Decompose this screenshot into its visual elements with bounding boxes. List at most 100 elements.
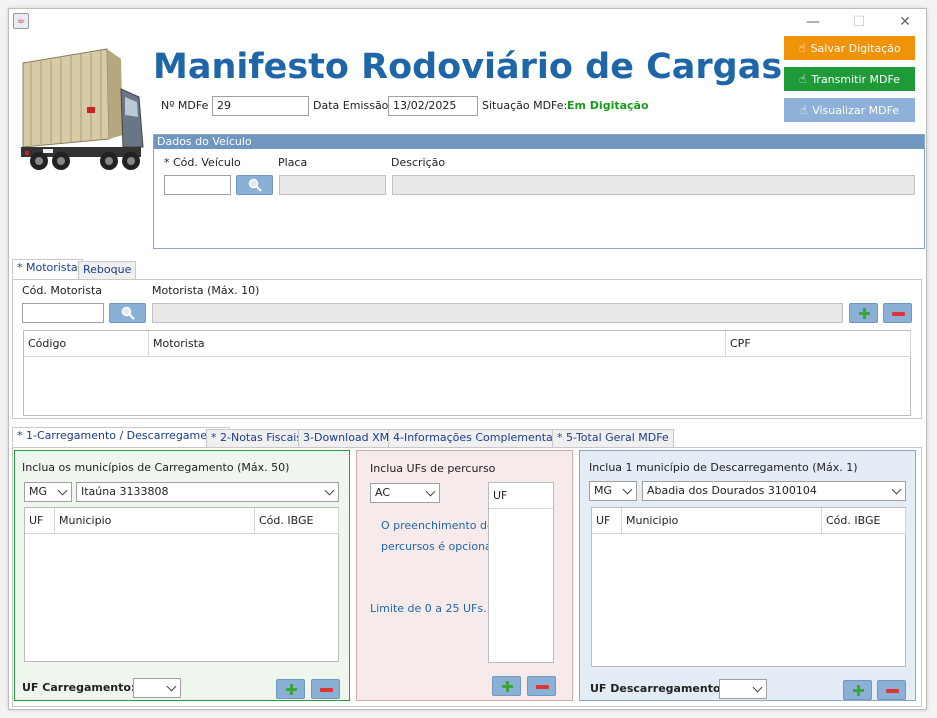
tab-trailer[interactable]: Reboque — [78, 261, 137, 279]
tab-download-xml[interactable]: 3-Download XML — [298, 429, 401, 447]
driver-table[interactable]: Código Motorista CPF — [23, 330, 911, 416]
loading-title: Inclua os municípios de Carregamento (Má… — [22, 461, 290, 474]
unloading-title: Inclua 1 município de Descarregamento (M… — [589, 461, 858, 474]
loading-panel: Inclua os municípios de Carregamento (Má… — [14, 450, 350, 701]
route-uf-select[interactable]: AC — [370, 483, 440, 503]
tab-driver[interactable]: * Motorista — [12, 259, 83, 279]
description-label: Descrição — [391, 156, 446, 169]
driver-name-label: Motorista (Máx. 10) — [152, 284, 260, 297]
column-code[interactable]: Código — [24, 331, 149, 357]
plus-icon — [286, 684, 297, 695]
status-label: Situação MDFe: — [482, 99, 568, 112]
minus-icon — [536, 685, 549, 689]
add-route-button[interactable] — [492, 676, 521, 696]
loading-city-select[interactable]: Itaúna 3133808 — [76, 482, 339, 502]
minimize-button[interactable]: — — [790, 9, 836, 35]
mdfe-number-field[interactable]: 29 — [212, 96, 309, 116]
tab-complementary-info[interactable]: 4-Informações Complementares — [388, 429, 575, 447]
description-field — [392, 175, 915, 195]
loading-table[interactable]: UF Municipio Cód. IBGE — [24, 507, 339, 662]
maximize-button[interactable]: ☐ — [836, 9, 882, 35]
close-button[interactable]: ✕ — [882, 9, 928, 35]
title-bar: ☕ — ☐ ✕ — [9, 9, 926, 35]
tab-invoices[interactable]: * 2-Notas Fiscais — [206, 429, 308, 447]
route-table-header: UF — [489, 483, 553, 509]
vehicle-panel-title: Dados do Veículo — [154, 135, 924, 149]
vehicle-code-input[interactable] — [164, 175, 231, 195]
java-app-icon: ☕ — [13, 13, 29, 29]
unloading-uf-select[interactable]: MG — [589, 481, 637, 501]
unloading-uf-label: UF Descarregamento: — [590, 682, 725, 695]
driver-name-field — [152, 303, 843, 323]
chevron-down-icon — [425, 486, 436, 497]
route-info-line2: percursos é opcional. — [381, 540, 499, 553]
driver-code-label: Cód. Motorista — [22, 284, 103, 297]
emission-date-label: Data Emissão: — [313, 99, 393, 112]
emission-date-field[interactable]: 13/02/2025 — [388, 96, 478, 116]
search-icon — [121, 306, 135, 320]
chevron-down-icon — [324, 485, 335, 496]
unloading-table[interactable]: UF Municipio Cód. IBGE — [591, 507, 906, 667]
route-panel: Inclua UFs de percurso AC O preenchiment… — [356, 450, 573, 701]
add-driver-button[interactable] — [849, 303, 878, 323]
save-draft-button[interactable]: ☝ Salvar Digitação — [784, 36, 915, 60]
driver-panel: Cód. Motorista Motorista (Máx. 10) Códig… — [12, 279, 922, 419]
status-value: Em Digitação — [567, 99, 649, 112]
remove-loading-button[interactable] — [311, 679, 340, 699]
column-uf[interactable]: UF — [489, 483, 553, 509]
column-ibge[interactable]: Cód. IBGE — [255, 508, 339, 534]
tab-total[interactable]: * 5-Total Geral MDFe — [552, 429, 674, 447]
chevron-down-icon — [891, 484, 902, 495]
driver-code-input[interactable] — [22, 303, 104, 323]
search-icon — [248, 178, 262, 192]
remove-unloading-button[interactable] — [877, 680, 906, 700]
loading-city-value: Itaúna 3133808 — [81, 485, 169, 498]
route-uf-value: AC — [375, 486, 391, 499]
save-draft-label: Salvar Digitação — [810, 42, 901, 55]
app-window: ☕ — ☐ ✕ Manifesto Rodoviário de Cargas N… — [8, 8, 927, 710]
transmit-mdfe-label: Transmitir MDFe — [811, 73, 900, 86]
page-title: Manifesto Rodoviário de Cargas — [153, 47, 783, 87]
plate-field — [279, 175, 386, 195]
plate-label: Placa — [278, 156, 308, 169]
chevron-down-icon — [166, 681, 177, 692]
loading-uf-select[interactable]: MG — [24, 482, 72, 502]
remove-route-button[interactable] — [527, 676, 556, 696]
route-info-line1: O preenchimento de — [381, 519, 494, 532]
transmit-mdfe-button[interactable]: ☝ Transmitir MDFe — [784, 67, 915, 91]
hand-pointer-icon: ☝ — [799, 103, 808, 117]
unloading-uf-combo[interactable] — [719, 679, 767, 699]
minus-icon — [320, 688, 333, 692]
tab-loading-unloading[interactable]: * 1-Carregamento / Descarregamento — [12, 427, 231, 447]
column-municipio[interactable]: Municipio — [622, 508, 822, 534]
vehicle-panel: Dados do Veículo * Cód. Veículo Placa De… — [153, 134, 925, 249]
column-uf[interactable]: UF — [592, 508, 622, 534]
minus-icon — [892, 312, 905, 316]
truck-image — [17, 47, 149, 182]
column-uf[interactable]: UF — [25, 508, 55, 534]
chevron-down-icon — [752, 682, 763, 693]
add-unloading-button[interactable] — [843, 680, 872, 700]
column-ibge[interactable]: Cód. IBGE — [822, 508, 906, 534]
loading-uf-value: MG — [29, 485, 48, 498]
remove-driver-button[interactable] — [883, 303, 912, 323]
vehicle-code-label: * Cód. Veículo — [164, 156, 241, 169]
mdfe-number-label: Nº MDFe — [161, 99, 209, 112]
column-cpf[interactable]: CPF — [726, 331, 911, 357]
add-loading-button[interactable] — [276, 679, 305, 699]
unloading-city-select[interactable]: Abadia dos Dourados 3100104 — [642, 481, 906, 501]
driver-search-button[interactable] — [109, 303, 146, 323]
hand-pointer-icon: ☝ — [798, 41, 806, 55]
unloading-uf-value: MG — [594, 484, 613, 497]
unloading-table-header: UF Municipio Cód. IBGE — [592, 508, 906, 534]
plus-icon — [502, 681, 513, 692]
loading-uf-combo[interactable] — [133, 678, 181, 698]
vehicle-search-button[interactable] — [236, 175, 273, 195]
chevron-down-icon — [622, 484, 633, 495]
view-mdfe-button[interactable]: ☝ Visualizar MDFe — [784, 98, 915, 122]
route-table[interactable]: UF — [488, 482, 554, 663]
column-municipio[interactable]: Municipio — [55, 508, 255, 534]
unloading-panel: Inclua 1 município de Descarregamento (M… — [579, 450, 916, 701]
route-title: Inclua UFs de percurso — [370, 462, 496, 475]
column-driver[interactable]: Motorista — [149, 331, 726, 357]
